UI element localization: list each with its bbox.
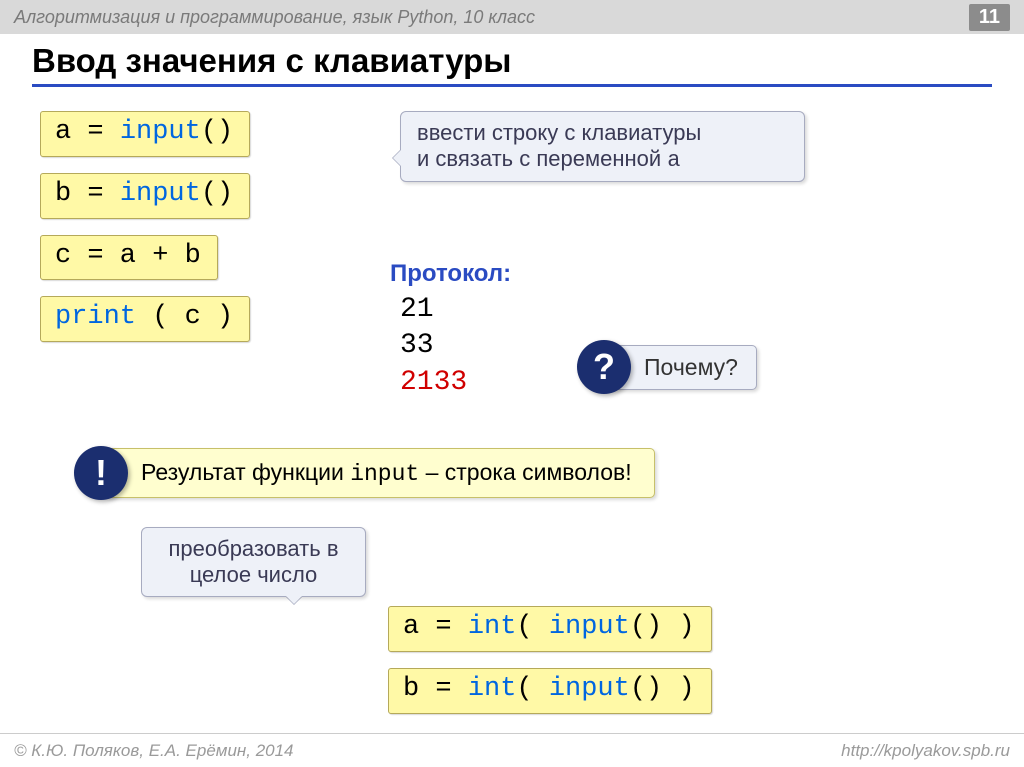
- protocol-values: 21 33 2133: [400, 292, 511, 401]
- left-code-column: a = input() b = input() c = a + b print …: [32, 105, 342, 352]
- exclamation-mark-icon: !: [74, 446, 128, 500]
- protocol-label: Протокол:: [390, 260, 511, 288]
- protocol-v1: 21: [400, 292, 511, 328]
- slide-body: Ввод значения с клавиатуры a = input() b…: [0, 34, 1024, 352]
- code-int-b: b = int( input() ): [388, 668, 712, 714]
- convert-line2: целое число: [158, 562, 349, 588]
- slide-footer: © К.Ю. Поляков, Е.А. Ерёмин, 2014 http:/…: [0, 733, 1024, 767]
- result-text: Результат функции input – строка символо…: [104, 448, 655, 498]
- question-mark-icon: ?: [577, 340, 631, 394]
- footer-url: http://kpolyakov.spb.ru: [841, 741, 1010, 761]
- convert-line1: преобразовать в: [158, 536, 349, 562]
- slide-title: Ввод значения с клавиатуры: [32, 42, 992, 87]
- int-code-column: a = int( input() ) b = int( input() ): [380, 600, 712, 724]
- page-number: 11: [969, 4, 1010, 31]
- code-add: c = a + b: [40, 235, 218, 281]
- protocol-v2: 33: [400, 328, 511, 364]
- copyright: © К.Ю. Поляков, Е.А. Ерёмин, 2014: [14, 741, 294, 761]
- why-label: Почему?: [609, 345, 757, 390]
- protocol-v3: 2133: [400, 365, 511, 401]
- callout-input-description: ввести строку с клавиатуры и связать с п…: [400, 111, 805, 182]
- protocol-block: Протокол: 21 33 2133: [390, 260, 511, 401]
- question-badge: ? Почему?: [577, 340, 757, 394]
- code-input-b: b = input(): [40, 173, 250, 219]
- course-label: Алгоритмизация и программирование, язык …: [14, 7, 535, 28]
- callout-line1: ввести строку с клавиатуры: [417, 120, 788, 146]
- result-note: ! Результат функции input – строка симво…: [74, 446, 655, 500]
- callout-convert: преобразовать в целое число: [141, 527, 366, 597]
- code-int-a: a = int( input() ): [388, 606, 712, 652]
- callout-line2: и связать с переменной a: [417, 146, 788, 173]
- code-print: print ( c ): [40, 296, 250, 342]
- slide-header: Алгоритмизация и программирование, язык …: [0, 0, 1024, 34]
- code-input-a: a = input(): [40, 111, 250, 157]
